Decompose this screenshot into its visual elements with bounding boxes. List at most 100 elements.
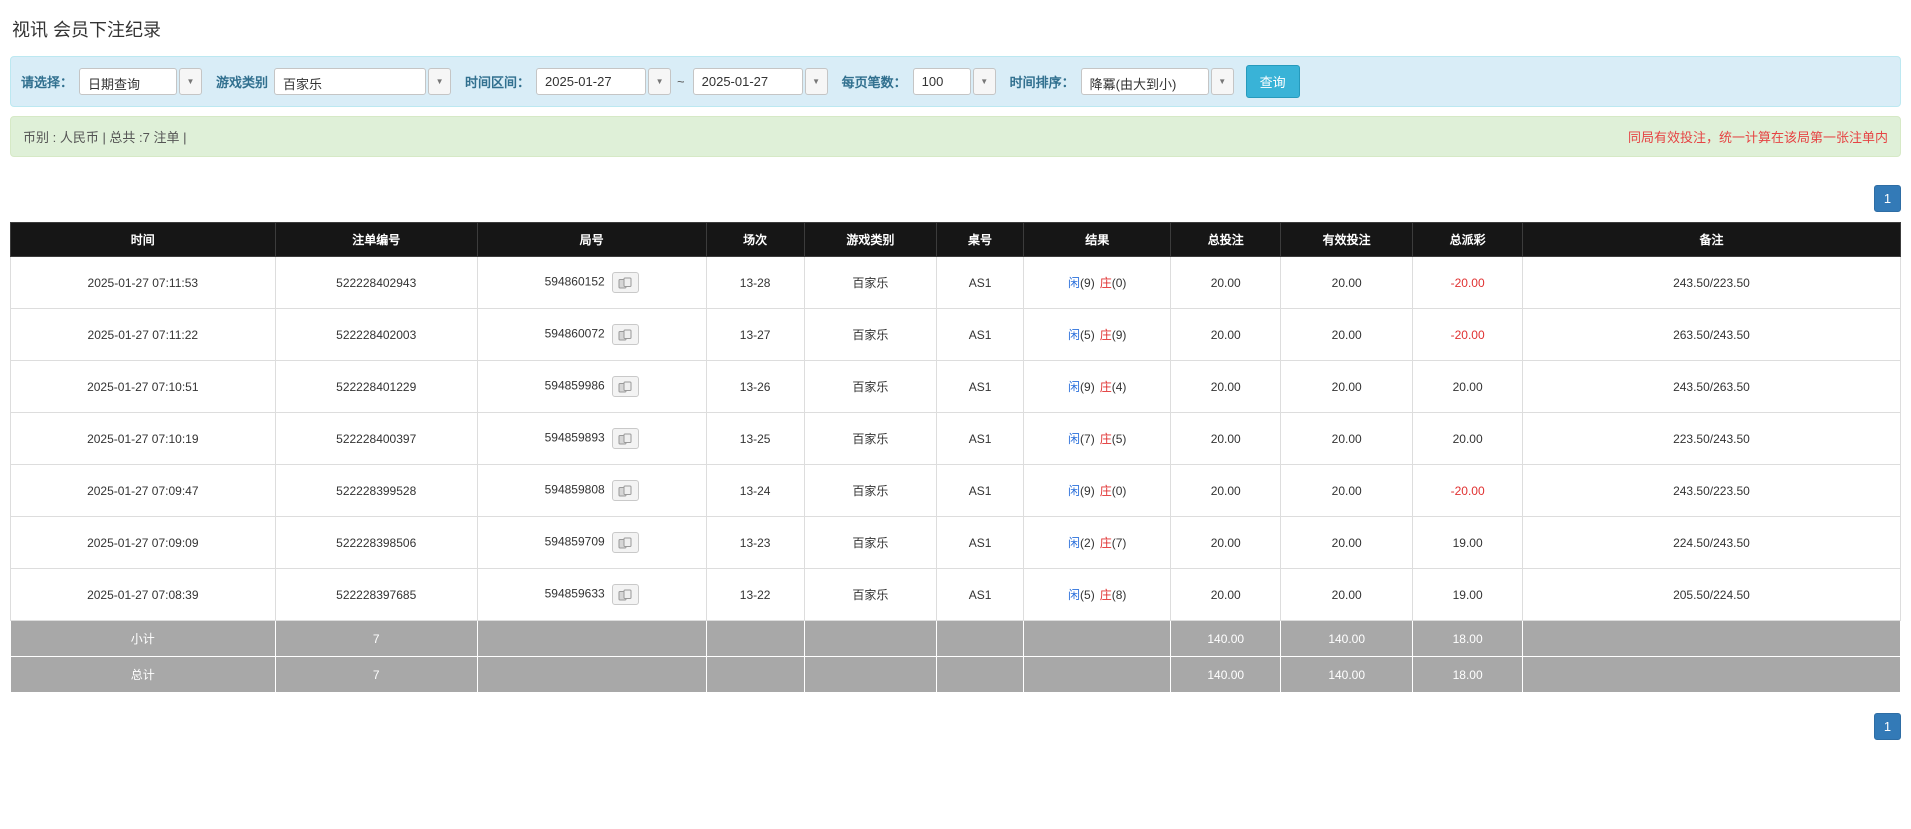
page-size-select[interactable]: 100 ▼	[912, 68, 996, 95]
cell-table-no: AS1	[936, 568, 1024, 621]
result-banker-score: (9)	[1111, 328, 1127, 342]
cell-result: 闲(2) 庄(7)	[1022, 516, 1172, 569]
chevron-down-icon[interactable]: ▼	[804, 68, 828, 95]
result-player-label: 闲	[1068, 588, 1081, 602]
footer-empty-cell	[936, 620, 1024, 657]
subtotal-row: 小计 7 140.00 140.00 18.00	[10, 620, 1902, 657]
column-header: 有效投注	[1280, 222, 1414, 257]
chevron-down-icon[interactable]: ▼	[179, 68, 203, 95]
date-to-value[interactable]: 2025-01-27	[692, 68, 803, 95]
view-round-button[interactable]	[611, 272, 639, 293]
cell-valid-bet: 20.00	[1280, 256, 1414, 309]
cell-payout: 20.00	[1412, 412, 1523, 465]
cell-total-bet[interactable]: 20.00	[1170, 360, 1282, 413]
chevron-down-icon[interactable]: ▼	[648, 68, 672, 95]
result-banker-label: 庄	[1099, 276, 1112, 290]
result-player-label: 闲	[1068, 432, 1081, 446]
cell-bet-id: 522228402003	[274, 308, 478, 361]
view-round-button[interactable]	[611, 376, 639, 397]
cell-table-no: AS1	[936, 464, 1024, 517]
cell-total-bet[interactable]: 20.00	[1170, 412, 1282, 465]
cell-note: 243.50/263.50	[1521, 360, 1902, 413]
summary-notice: 同局有效投注，统一计算在该局第一张注单内	[1627, 130, 1888, 145]
column-header: 场次	[705, 222, 805, 257]
table-row: 2025-01-27 07:09:09 522228398506 594859709…	[10, 516, 1902, 569]
cell-bet-id: 522228402943	[274, 256, 478, 309]
view-round-button[interactable]	[611, 584, 639, 605]
cell-note: 223.50/243.50	[1521, 412, 1902, 465]
result-banker-label: 庄	[1099, 328, 1112, 342]
cell-round-id: 594860072	[476, 308, 707, 361]
sort-order-select[interactable]: 降冪(由大到小) ▼	[1080, 68, 1234, 95]
page-button-1[interactable]: 1	[1874, 713, 1901, 740]
result-banker-label: 庄	[1099, 588, 1112, 602]
result-banker-label: 庄	[1099, 536, 1112, 550]
date-from-value[interactable]: 2025-01-27	[536, 68, 647, 95]
chevron-down-icon[interactable]: ▼	[428, 68, 452, 95]
round-id-text: 594859633	[544, 586, 605, 601]
round-id-text: 594859709	[544, 534, 605, 549]
cell-game-type: 百家乐	[803, 308, 938, 361]
cell-session: 13-25	[705, 412, 805, 465]
cell-payout: 20.00	[1412, 360, 1523, 413]
search-button[interactable]: 查询	[1245, 65, 1300, 98]
view-round-button[interactable]	[611, 480, 639, 501]
result-banker-score: (0)	[1111, 276, 1127, 290]
date-to-select[interactable]: 2025-01-27 ▼	[692, 68, 828, 95]
footer-label: 总计	[10, 656, 276, 693]
round-id-text: 594860072	[544, 326, 605, 341]
round-id-text: 594859893	[544, 430, 605, 445]
chevron-down-icon[interactable]: ▼	[972, 68, 996, 95]
footer-count: 7	[274, 620, 478, 657]
cell-valid-bet: 20.00	[1280, 412, 1414, 465]
pagination-top: 1	[10, 185, 1901, 212]
table-row: 2025-01-27 07:10:51 522228401229 594859986…	[10, 360, 1902, 413]
cell-round-id: 594860152	[476, 256, 707, 309]
cell-total-bet[interactable]: 20.00	[1170, 464, 1282, 517]
date-range-separator: ~	[677, 74, 685, 89]
footer-label: 小计	[10, 620, 276, 657]
cell-round-id: 594859986	[476, 360, 707, 413]
cell-table-no: AS1	[936, 516, 1024, 569]
cards-icon	[618, 277, 632, 288]
result-banker-score: (0)	[1111, 484, 1127, 498]
column-header: 结果	[1022, 222, 1172, 257]
cell-bet-id: 522228399528	[274, 464, 478, 517]
view-round-button[interactable]	[611, 532, 639, 553]
footer-empty-cell	[803, 620, 938, 657]
result-player-score: (9)	[1080, 484, 1095, 498]
cell-total-bet[interactable]: 20.00	[1170, 308, 1282, 361]
column-header: 局号	[476, 222, 707, 257]
sort-order-label: 时间排序：	[1009, 75, 1075, 90]
column-header: 备注	[1521, 222, 1902, 257]
query-type-value[interactable]: 日期查询	[79, 68, 178, 95]
column-header: 总投注	[1170, 222, 1282, 257]
cell-game-type: 百家乐	[803, 360, 938, 413]
date-from-select[interactable]: 2025-01-27 ▼	[536, 68, 672, 95]
page-size-value[interactable]: 100	[912, 68, 971, 95]
cell-round-id: 594859893	[476, 412, 707, 465]
table-header-row: 时间 注单编号 局号 场次 游戏类别 桌号 结果 总投注 有效投注 总派彩 备注	[10, 222, 1902, 257]
view-round-button[interactable]	[611, 324, 639, 345]
result-player-score: (5)	[1080, 328, 1095, 342]
total-row: 总计 7 140.00 140.00 18.00	[10, 656, 1902, 693]
view-round-button[interactable]	[611, 428, 639, 449]
cell-total-bet[interactable]: 20.00	[1170, 568, 1282, 621]
cell-game-type: 百家乐	[803, 568, 938, 621]
chevron-down-icon[interactable]: ▼	[1210, 68, 1234, 95]
cards-icon	[618, 537, 632, 548]
cards-icon	[618, 329, 632, 340]
table-row: 2025-01-27 07:09:47 522228399528 594859808…	[10, 464, 1902, 517]
game-type-value[interactable]: 百家乐	[274, 68, 427, 95]
cell-total-bet[interactable]: 20.00	[1170, 256, 1282, 309]
sort-order-value[interactable]: 降冪(由大到小)	[1080, 68, 1209, 95]
round-id-text: 594860152	[544, 274, 605, 289]
column-header: 总派彩	[1412, 222, 1523, 257]
query-type-select[interactable]: 日期查询 ▼	[79, 68, 203, 95]
page-button-1[interactable]: 1	[1874, 185, 1901, 212]
cell-game-type: 百家乐	[803, 516, 938, 569]
cell-payout: -20.00	[1412, 308, 1523, 361]
cell-total-bet[interactable]: 20.00	[1170, 516, 1282, 569]
game-type-select[interactable]: 百家乐 ▼	[274, 68, 452, 95]
footer-total-bet: 140.00	[1170, 620, 1282, 657]
